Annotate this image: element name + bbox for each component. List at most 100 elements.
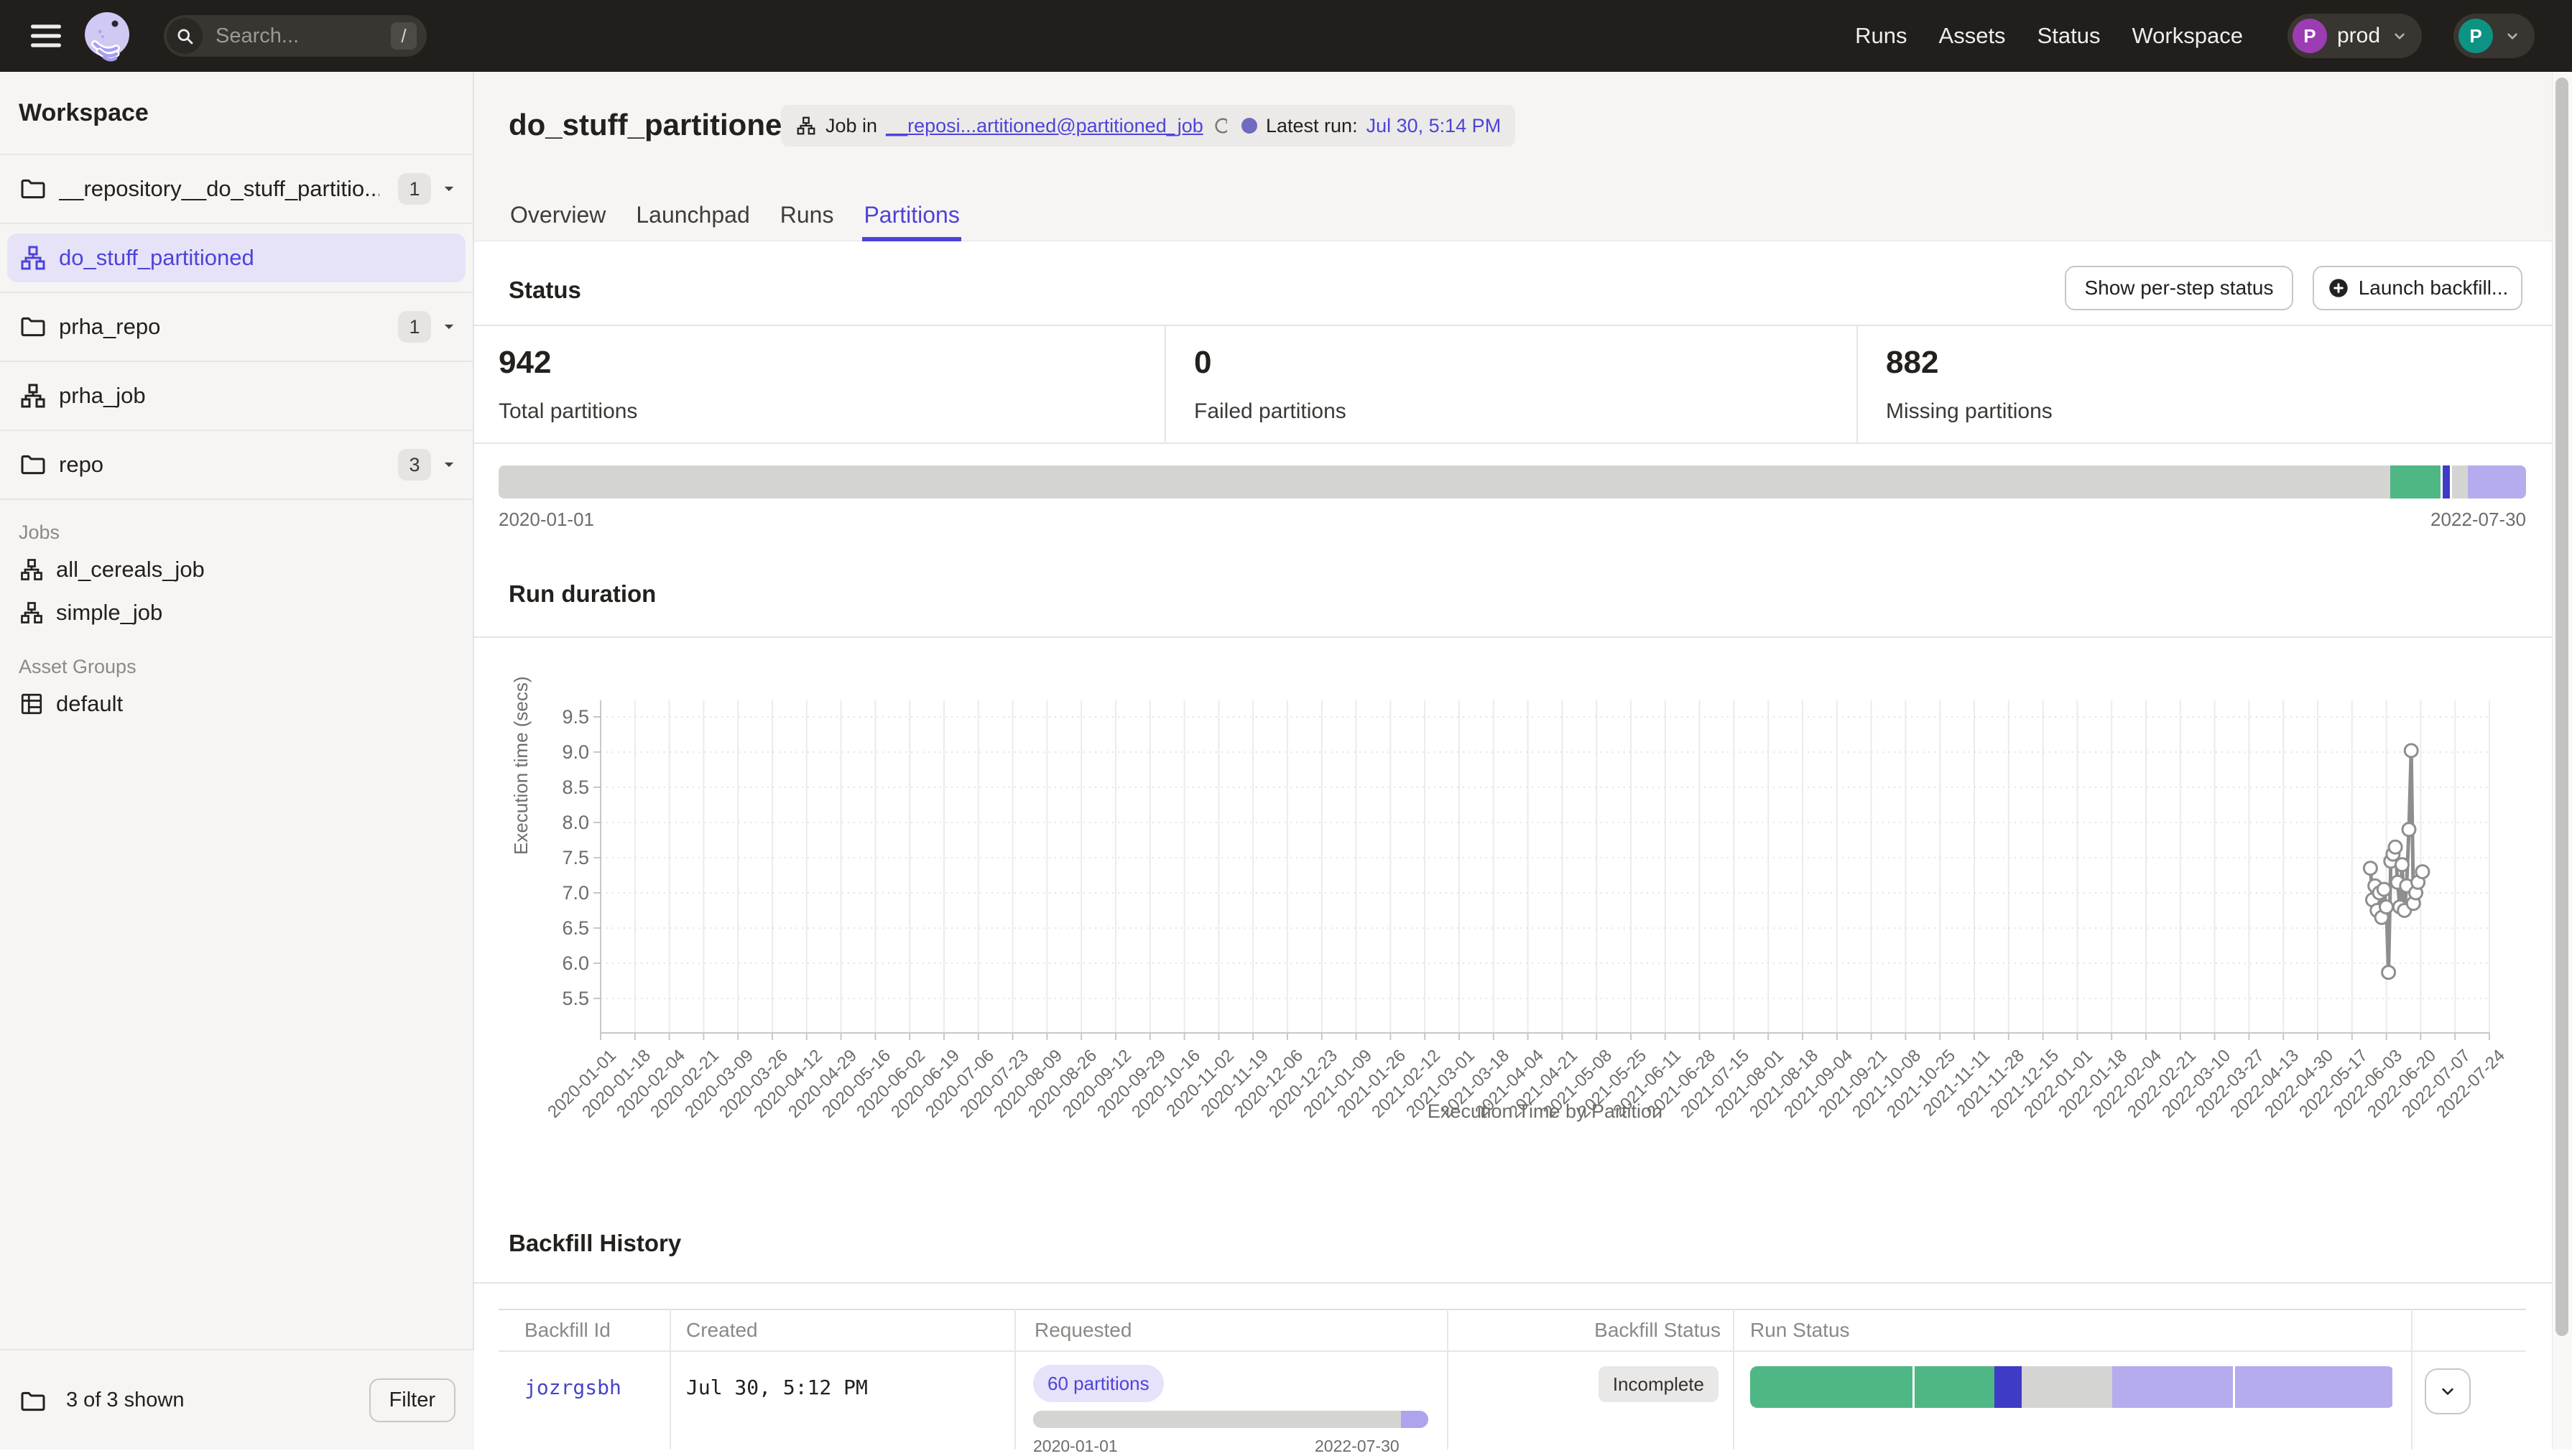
show-per-step-status-button[interactable]: Show per-step status [2065, 266, 2293, 310]
folder-icon [19, 450, 47, 479]
sidebar-job-all_cereals_job[interactable]: all_cereals_job [0, 548, 473, 591]
requested-start-date: 2020-01-01 [1033, 1437, 1118, 1456]
tab-runs[interactable]: Runs [779, 188, 836, 241]
nav-link-workspace[interactable]: Workspace [2132, 23, 2243, 49]
caret-down-icon[interactable] [438, 316, 460, 338]
job-graph-icon [19, 600, 45, 626]
y-tick-label: 5.5 [536, 988, 589, 1010]
stat-value: 882 [1886, 345, 2053, 381]
bar-segment [2468, 465, 2527, 499]
chart-x-axis-title: Execution Time by Partition [601, 1100, 2489, 1123]
folder-icon [19, 175, 47, 203]
jobs-list: all_cereals_jobsimple_job [0, 548, 473, 634]
divider [1165, 325, 1166, 442]
caret-down-icon[interactable] [438, 178, 460, 200]
bar-segment [2450, 465, 2467, 499]
page-scrollbar[interactable] [2552, 72, 2572, 1450]
status-heading: Status [509, 277, 581, 304]
job-icon [19, 381, 47, 410]
sidebar-footer: 3 of 3 shown Filter [0, 1349, 474, 1450]
y-tick-label: 6.0 [536, 952, 589, 975]
latest-run-link[interactable]: Jul 30, 5:14 PM [1366, 115, 1502, 137]
partition-status-bar[interactable] [499, 465, 2526, 499]
bar-segment [1033, 1411, 1401, 1428]
dagster-logo[interactable] [80, 9, 134, 62]
sidebar-item-repo[interactable]: repo3 [0, 431, 473, 500]
column-header-created: Created [686, 1319, 758, 1342]
launch-backfill-button[interactable]: Launch backfill... [2313, 266, 2522, 310]
y-tick-label: 8.5 [536, 776, 589, 799]
row-expand-button[interactable] [2425, 1368, 2471, 1414]
workspace-sidebar: Workspace __repository__do_stuff_partiti… [0, 72, 474, 1450]
requested-partitions-badge[interactable]: 60 partitions [1033, 1365, 1164, 1402]
divider [1856, 325, 1858, 442]
sidebar-title: Workspace [0, 72, 473, 155]
bar-segment [2112, 1366, 2234, 1408]
bar-segment [2390, 465, 2441, 499]
latest-run-tag: Latest run: Jul 30, 5:14 PM [1227, 105, 1515, 147]
backfill-id-link[interactable]: jozrgsbh [524, 1376, 621, 1399]
job-origin-link[interactable]: __reposi...artitioned@partitioned_job [886, 115, 1203, 137]
stat-label: Failed partitions [1194, 399, 1346, 424]
backfill-status-tag: Incomplete [1599, 1366, 1718, 1402]
nav-link-runs[interactable]: Runs [1855, 23, 1907, 49]
chevron-down-icon [2438, 1381, 2458, 1401]
table-column-divider [670, 1309, 671, 1450]
tab-launchpad[interactable]: Launchpad [634, 188, 751, 241]
page-title: do_stuff_partitioned [509, 108, 800, 142]
stat-label: Missing partitions [1886, 399, 2053, 424]
sidebar-item-label: repo [59, 452, 379, 478]
stat-missing-partitions: 882 Missing partitions [1886, 345, 2053, 424]
run-status-dot [1241, 118, 1257, 134]
stat-failed-partitions: 0Failed partitions [1194, 345, 1346, 424]
asset-group-label: default [56, 691, 123, 717]
user-avatar: P [2458, 19, 2493, 53]
partitions-content [474, 241, 2572, 1450]
search-placeholder: Search... [216, 24, 391, 48]
sidebar-job-simple_job[interactable]: simple_job [0, 591, 473, 634]
repo-job-count-badge: 1 [398, 173, 431, 205]
divider [474, 1282, 2555, 1284]
run-status-bar[interactable] [1750, 1366, 2395, 1408]
plus-circle-icon [2327, 277, 2350, 300]
tab-partitions[interactable]: Partitions [862, 188, 961, 241]
deployment-label: prod [2337, 24, 2380, 48]
nav-link-status[interactable]: Status [2037, 23, 2101, 49]
sidebar-item-label: prha_repo [59, 314, 379, 340]
sidebar-asset-group-default[interactable]: default [0, 682, 473, 725]
requested-range-bar [1033, 1411, 1428, 1428]
y-tick-label: 6.5 [536, 917, 589, 940]
repo-count-label: 3 of 3 shown [66, 1388, 369, 1412]
y-tick-label: 8.0 [536, 812, 589, 834]
sidebar-item-do-stuff-partitioned[interactable]: do_stuff_partitioned [0, 224, 473, 293]
search-shortcut-key: / [391, 22, 417, 50]
repo-job-count-badge: 1 [398, 311, 431, 343]
user-menu[interactable]: P [2453, 14, 2535, 58]
job-graph-icon [795, 115, 817, 136]
job-icon [19, 244, 47, 272]
caret-down-icon[interactable] [438, 454, 460, 476]
job-tabs: Overview Launchpad Runs Partitions [509, 188, 961, 241]
filter-button[interactable]: Filter [369, 1378, 455, 1422]
bar-segment [499, 465, 2390, 499]
sidebar-item--repository-do-stuff-partitio-[interactable]: __repository__do_stuff_partitio...1 [0, 155, 473, 224]
job-graph-icon [19, 557, 45, 583]
nav-link-assets[interactable]: Assets [1939, 23, 2006, 49]
top-navbar: Search... / Runs Assets Status Workspace P … [0, 0, 2572, 72]
tab-overview[interactable]: Overview [509, 188, 607, 241]
sidebar-item-prha-repo[interactable]: prha_repo 1 [0, 293, 473, 362]
table-column-divider [1014, 1309, 1016, 1450]
folder-icon [19, 1387, 45, 1413]
scrollbar-thumb[interactable] [2555, 78, 2568, 1336]
deployment-switcher[interactable]: P prod [2287, 14, 2422, 58]
backfill-history-heading: Backfill History [509, 1230, 681, 1257]
sidebar-item-prha-job[interactable]: prha_job [0, 362, 473, 431]
search-input[interactable]: Search... / [164, 15, 427, 57]
y-tick-label: 9.0 [536, 741, 589, 764]
table-column-divider [1733, 1309, 1734, 1450]
jobs-section-label: Jobs [19, 521, 473, 544]
partition-bar-start-date: 2020-01-01 [499, 509, 594, 531]
folder-icon [19, 312, 47, 341]
backfill-created-cell: Jul 30, 5:12 PM [686, 1376, 868, 1399]
hamburger-menu-icon[interactable] [27, 17, 65, 55]
